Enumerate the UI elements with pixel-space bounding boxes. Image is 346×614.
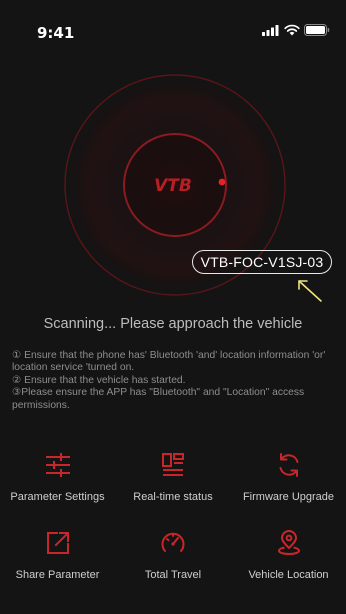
scan-indicator-dot <box>218 178 226 186</box>
instruction-note: ② Ensure that the vehicle has started. <box>12 374 186 386</box>
device-name-pill[interactable]: VTB-FOC-V1SJ-03 <box>192 250 332 274</box>
dashboard-icon <box>162 453 184 476</box>
status-bar: 9:41 <box>0 0 346 44</box>
share-icon <box>46 532 69 554</box>
feature-label: Total Travel <box>144 569 202 581</box>
sliders-icon <box>45 453 70 477</box>
feature-grid: Parameter Settings Real-time status Firm… <box>0 448 346 604</box>
share-parameter-button[interactable]: Share Parameter <box>0 526 115 604</box>
battery-icon <box>304 24 330 36</box>
firmware-upgrade-button[interactable]: Firmware Upgrade <box>231 448 346 526</box>
wifi-icon <box>284 24 300 36</box>
instruction-note: ① Ensure that the phone has' Bluetooth '… <box>12 350 326 374</box>
feature-label: Real-time status <box>133 491 213 503</box>
total-travel-button[interactable]: Total Travel <box>115 526 231 604</box>
feature-label: Share Parameter <box>15 569 100 581</box>
speedometer-icon <box>161 532 185 552</box>
vtb-logo: VTB <box>154 176 192 196</box>
device-name: VTB-FOC-V1SJ-03 <box>200 254 324 270</box>
location-pin-icon <box>277 530 300 555</box>
status-icons <box>262 24 330 36</box>
svg-text:VTB: VTB <box>154 176 192 196</box>
status-time: 9:41 <box>37 24 75 42</box>
feature-label: Vehicle Location <box>248 569 329 581</box>
instructions: ① Ensure that the phone has' Bluetooth '… <box>12 350 338 412</box>
vehicle-location-button[interactable]: Vehicle Location <box>231 526 346 604</box>
feature-label: Parameter Settings <box>10 491 105 503</box>
real-time-status-button[interactable]: Real-time status <box>115 448 231 526</box>
parameter-settings-button[interactable]: Parameter Settings <box>0 448 115 526</box>
arrow-icon <box>298 280 322 302</box>
feature-label: Firmware Upgrade <box>242 491 335 503</box>
signal-icon <box>262 25 279 36</box>
scanning-message: Scanning... Please approach the vehicle <box>43 316 303 332</box>
instruction-note: ③Please ensure the APP has "Bluetooth" a… <box>12 387 305 411</box>
refresh-icon <box>279 453 298 477</box>
